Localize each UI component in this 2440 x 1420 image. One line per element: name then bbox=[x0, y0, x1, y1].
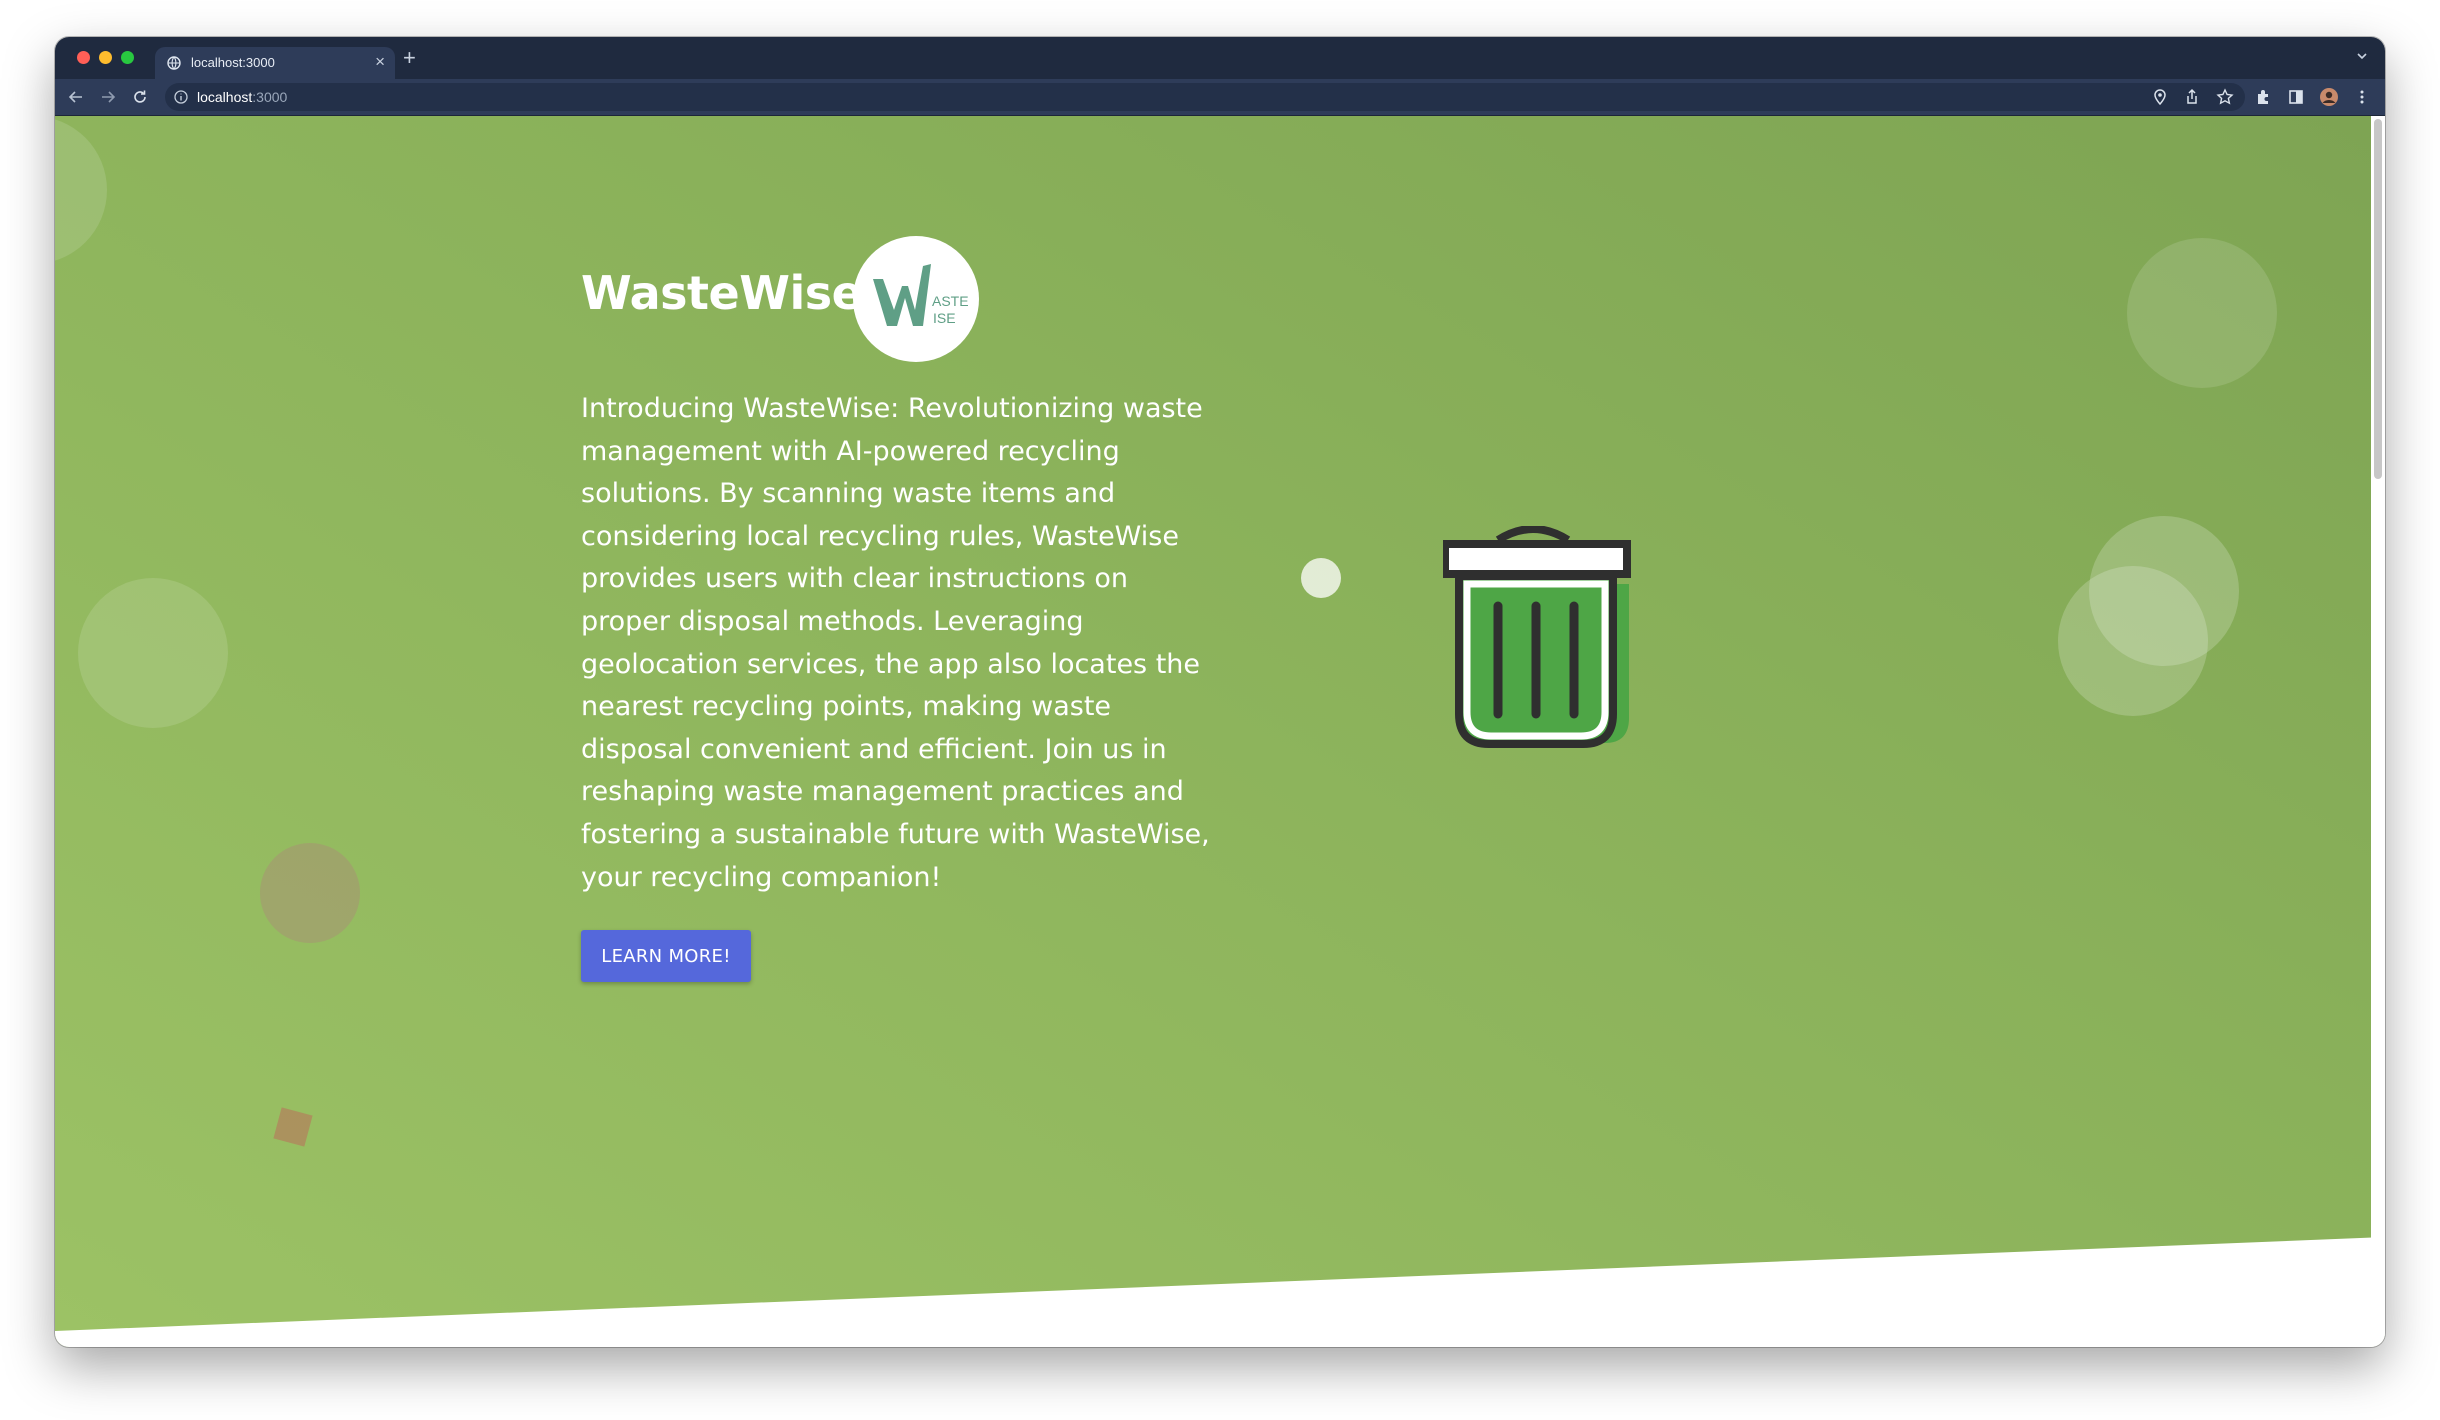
star-icon[interactable] bbox=[2216, 88, 2234, 106]
wastewise-logo: ASTE ISE bbox=[853, 236, 979, 362]
forward-arrow-icon[interactable] bbox=[99, 88, 117, 106]
browser-toolbar: localhost:3000 bbox=[55, 79, 2385, 116]
minimize-window-button[interactable] bbox=[99, 51, 112, 64]
url-host: localhost bbox=[197, 89, 253, 105]
learn-more-button[interactable]: LEARN MORE! bbox=[581, 930, 751, 982]
tab-title: localhost:3000 bbox=[191, 55, 275, 70]
side-panel-icon[interactable] bbox=[2287, 88, 2305, 106]
tab-strip: localhost:3000 × + bbox=[55, 37, 2385, 81]
window-controls bbox=[77, 51, 134, 64]
info-icon[interactable] bbox=[173, 89, 189, 105]
url-text: localhost:3000 bbox=[197, 89, 287, 105]
logo-text-bottom: ISE bbox=[933, 310, 956, 326]
trash-bin-icon bbox=[1443, 526, 1631, 748]
address-bar[interactable]: localhost:3000 bbox=[165, 83, 2245, 111]
logo-text-top: ASTE bbox=[932, 293, 969, 309]
page-title: WasteWise bbox=[581, 266, 863, 320]
url-port: :3000 bbox=[252, 89, 288, 105]
wastewise-logo-mark: ASTE ISE bbox=[873, 264, 969, 326]
extensions-puzzle-icon[interactable] bbox=[2255, 88, 2273, 106]
browser-window: localhost:3000 × + localhost:3000 WasteW… bbox=[55, 37, 2385, 1347]
page-scrollbar[interactable] bbox=[2371, 116, 2385, 1347]
tab-close-icon[interactable]: × bbox=[375, 52, 385, 72]
hero-description: Introducing WasteWise: Revolutionizing w… bbox=[581, 393, 1210, 893]
tab-search-chevron-icon[interactable] bbox=[2355, 49, 2369, 63]
kebab-menu-icon[interactable] bbox=[2353, 88, 2371, 106]
share-icon[interactable] bbox=[2183, 88, 2201, 106]
close-window-button[interactable] bbox=[77, 51, 90, 64]
profile-avatar-icon[interactable] bbox=[2319, 87, 2339, 107]
scrollbar-thumb[interactable] bbox=[2374, 119, 2382, 479]
page-viewport: WasteWise ASTE ISE Introducing WasteWise… bbox=[55, 116, 2385, 1347]
location-pin-icon[interactable] bbox=[2151, 88, 2169, 106]
globe-icon bbox=[167, 56, 181, 70]
reload-icon[interactable] bbox=[131, 88, 149, 106]
back-arrow-icon[interactable] bbox=[67, 88, 85, 106]
browser-tab[interactable]: localhost:3000 × bbox=[155, 47, 395, 81]
maximize-window-button[interactable] bbox=[121, 51, 134, 64]
new-tab-button[interactable]: + bbox=[403, 45, 416, 71]
